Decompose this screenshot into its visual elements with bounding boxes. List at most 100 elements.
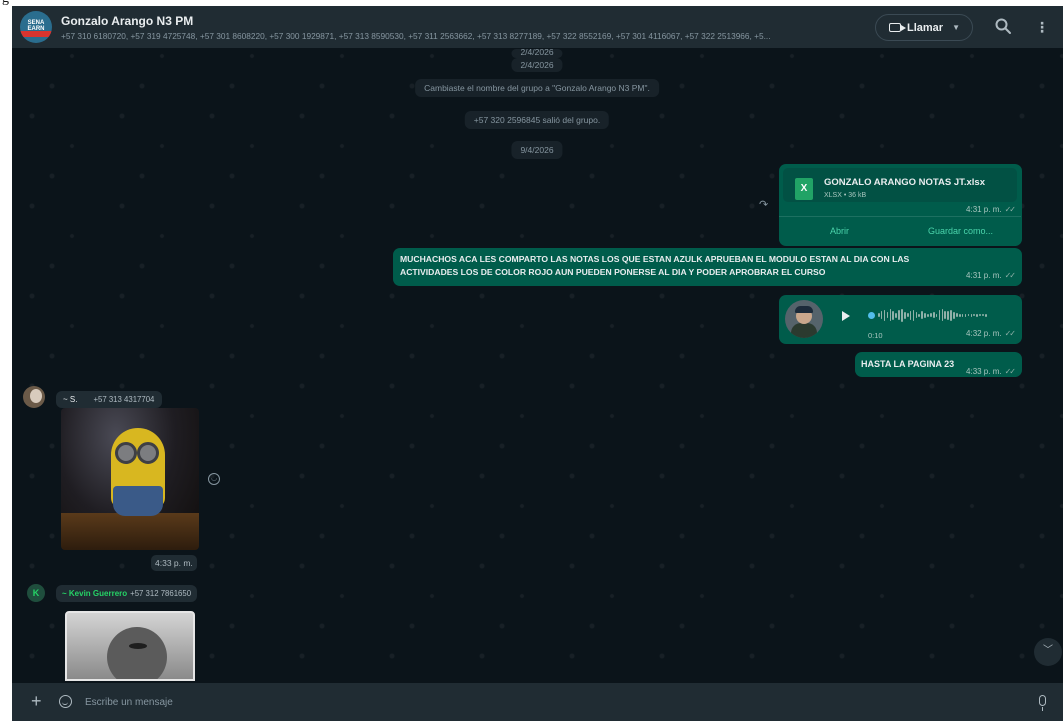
menu-kebab-icon[interactable]: ⋮ (1034, 18, 1050, 36)
voice-message[interactable]: 0:10 4:32 p. m. ✓✓ (779, 295, 1022, 344)
waveform-bar (964, 313, 967, 317)
waveform-bar (970, 313, 973, 317)
text-message[interactable]: MUCHACHOS ACA LES COMPARTO LAS NOTAS LOS… (393, 248, 1022, 286)
message-input[interactable]: Escribe un mensaje (85, 697, 173, 708)
message-line: ACTIVIDADES LOS DE COLOR ROJO AUN PUEDEN… (400, 267, 826, 277)
waveform-bar (921, 311, 923, 319)
sender-avatar[interactable]: K (27, 584, 45, 602)
waveform-bar (935, 313, 938, 317)
sender-name[interactable]: ~ S. (63, 395, 77, 404)
waveform-bar (967, 314, 970, 316)
chevron-down-icon: ▼ (952, 23, 960, 32)
image-figure-goggles (115, 442, 161, 464)
document-meta: XLSX • 36 kB (824, 192, 867, 199)
text-message[interactable]: HASTA LA PAGINA 23 4:33 p. m. ✓✓ (855, 352, 1022, 377)
forward-icon[interactable]: ↷ (759, 198, 768, 211)
save-as-button[interactable]: Guardar como... (900, 217, 1021, 245)
timestamp-text: 4:33 p. m. (966, 367, 1002, 376)
chat-header[interactable]: SENA EARN Gonzalo Arango N3 PM +57 310 6… (12, 6, 1063, 48)
sender-phone[interactable]: +57 312 7861650 (130, 589, 191, 598)
search-icon (995, 18, 1011, 34)
waveform-bar (924, 312, 926, 318)
waveform-bar (984, 313, 987, 317)
play-icon[interactable] (842, 311, 850, 321)
excel-file-icon: X (795, 178, 813, 200)
waveform-bar (947, 310, 949, 320)
waveform-bar (958, 313, 961, 317)
image-ground (61, 513, 199, 550)
waveform-bar (956, 313, 958, 317)
system-rename-notice: Cambiaste el nombre del grupo a "Gonzalo… (415, 79, 659, 97)
message-timestamp: 4:31 p. m. ✓✓ (966, 265, 1016, 283)
date-separator-cut: 2/4/2026 (511, 49, 563, 58)
waveform-bar (901, 308, 903, 322)
message-line: MUCHACHOS ACA LES COMPARTO LAS NOTAS LOS… (400, 254, 910, 264)
emoji-icon[interactable] (59, 695, 72, 708)
date-separator: 2/4/2026 (511, 58, 563, 72)
group-members-list[interactable]: +57 310 6180720, +57 319 4725748, +57 30… (61, 31, 861, 41)
timestamp-text: 4:31 p. m. (966, 271, 1002, 280)
waveform-bar (912, 309, 915, 321)
voice-duration: 0:10 (868, 331, 883, 340)
timestamp-text: 4:31 p. m. (966, 205, 1002, 214)
message-timestamp: 4:33 p. m. (151, 555, 197, 571)
double-check-icon: ✓✓ (1004, 367, 1016, 376)
document-card[interactable]: X GONZALO ARANGO NOTAS JT.xlsx XLSX • 36… (783, 168, 1017, 202)
image-message[interactable] (65, 611, 195, 681)
waveform-bar (953, 311, 955, 319)
open-document-button[interactable]: Abrir (779, 217, 900, 245)
message-timestamp: 4:33 p. m. ✓✓ (966, 361, 1016, 379)
attach-plus-icon[interactable]: + (31, 691, 42, 712)
waveform-bar (961, 313, 964, 317)
waveform-bar (918, 313, 921, 317)
sender-avatar[interactable] (23, 386, 45, 408)
chevron-down-icon: ﹀ (1043, 645, 1053, 656)
waveform-bar (938, 310, 941, 320)
waveform-bar (889, 309, 892, 321)
sender-name[interactable]: ~ Kevin Guerrero (62, 589, 127, 598)
document-message[interactable]: X GONZALO ARANGO NOTAS JT.xlsx XLSX • 36… (779, 164, 1022, 246)
double-check-icon: ✓✓ (1004, 271, 1016, 280)
scroll-down-button[interactable]: ﹀ (1034, 638, 1062, 666)
search-button[interactable] (994, 17, 1012, 35)
waveform-bar (906, 313, 909, 317)
call-button[interactable]: Llamar ▼ (875, 14, 973, 41)
waveform-bar (973, 314, 975, 316)
document-filename: GONZALO ARANGO NOTAS JT.xlsx (824, 177, 985, 188)
react-emoji-icon[interactable]: ◡ (208, 473, 220, 485)
sender-phone[interactable]: +57 313 4317704 (93, 395, 154, 404)
waveform-bar (976, 313, 978, 317)
document-actions: Abrir Guardar como... (779, 216, 1021, 245)
double-check-icon: ✓✓ (1004, 329, 1016, 338)
whatsapp-chat-window: SENA EARN Gonzalo Arango N3 PM +57 310 6… (12, 6, 1063, 721)
system-left-notice: +57 320 2596845 salió del grupo. (464, 111, 610, 129)
window-caption-text: g (2, 0, 9, 6)
group-avatar[interactable]: SENA EARN (20, 11, 52, 43)
message-timestamp: 4:31 p. m. ✓✓ (966, 199, 1016, 217)
waveform-bar (895, 312, 897, 318)
waveform-bar (927, 313, 929, 317)
group-name[interactable]: Gonzalo Arango N3 PM (61, 14, 193, 28)
image-figure-overall (113, 486, 163, 516)
video-camera-icon (889, 23, 906, 32)
avatar-body (791, 323, 817, 338)
voice-waveform[interactable] (878, 308, 1013, 322)
waveform-bar (950, 309, 952, 321)
message-composer: + Escribe un mensaje (12, 683, 1063, 721)
waveform-bar (880, 311, 883, 319)
waveform-bar (930, 313, 932, 317)
message-text: HASTA LA PAGINA 23 (861, 359, 955, 369)
waveform-bar (883, 309, 886, 321)
date-separator: 9/4/2026 (511, 141, 563, 159)
playback-position-dot[interactable] (868, 312, 875, 319)
microphone-icon[interactable] (1039, 695, 1046, 711)
group-avatar-text: SENA EARN (27, 20, 45, 32)
image-message[interactable] (61, 408, 199, 550)
message-text: MUCHACHOS ACA LES COMPARTO LAS NOTAS LOS… (400, 253, 909, 279)
waveform-bar (944, 311, 947, 319)
waveform-bar (904, 311, 906, 319)
sender-header: ~ Kevin Guerrero +57 312 7861650 (56, 585, 198, 602)
waveform-bar (932, 312, 935, 318)
double-check-icon: ✓✓ (1004, 205, 1016, 214)
call-button-label: Llamar (907, 21, 944, 34)
